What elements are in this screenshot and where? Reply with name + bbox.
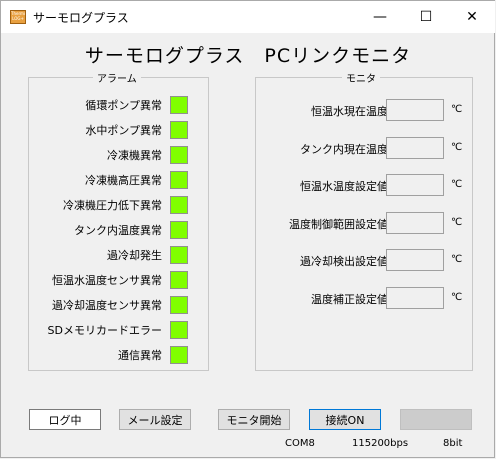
unit-label: ℃: [451, 142, 463, 153]
alarm-item: 冷凍機異常: [107, 145, 188, 165]
monitor-row: 温度補正設定値 ℃: [256, 287, 472, 311]
monitor-row: 恒温水温度設定値 ℃: [256, 174, 472, 198]
monitor-group: モニタ 恒温水現在温度 ℃ タンク内現在温度 ℃ 恒温水温度設定値 ℃ 温度制御…: [255, 70, 473, 371]
monitor-label: タンク内現在温度: [300, 143, 388, 156]
alarm-label: 通信異常: [118, 349, 162, 362]
baud-rate-label: 115200bps: [352, 438, 409, 449]
monitor-start-button[interactable]: モニタ開始: [218, 409, 290, 430]
maximize-button[interactable]: ☐: [403, 1, 449, 33]
alarm-label: 過冷却温度センサ異常: [52, 299, 162, 312]
unit-label: ℃: [451, 179, 463, 190]
log-button[interactable]: ログ中: [29, 409, 101, 430]
mail-settings-button[interactable]: メール設定: [119, 409, 191, 430]
monitor-value-field: [386, 174, 444, 196]
app-window: Thermo LOG+ サーモログプラス — ☐ ✕ サーモログプラス PCリン…: [0, 0, 495, 458]
monitor-value-field: [386, 212, 444, 234]
monitor-value-field: [386, 99, 444, 121]
monitor-label: 温度補正設定値: [311, 293, 388, 306]
mail-settings-button-label: メール設定: [127, 413, 183, 427]
alarm-indicator: [170, 346, 188, 364]
alarm-item: 恒温水温度センサ異常: [52, 270, 188, 290]
log-button-label: ログ中: [48, 413, 82, 427]
monitor-label: 過冷却検出設定値: [300, 255, 388, 268]
monitor-row: 過冷却検出設定値 ℃: [256, 249, 472, 273]
alarm-indicator: [170, 96, 188, 114]
page-title: サーモログプラス PCリンクモニタ: [84, 45, 412, 67]
disabled-button[interactable]: [400, 409, 472, 430]
alarm-indicator: [170, 146, 188, 164]
alarm-item: 冷凍機圧力低下異常: [63, 195, 188, 215]
unit-label: ℃: [451, 104, 463, 115]
alarm-indicator: [170, 121, 188, 139]
alarm-item: 過冷却温度センサ異常: [52, 295, 188, 315]
monitor-row: 温度制御範囲設定値 ℃: [256, 212, 472, 236]
data-bits-label: 8bit: [443, 438, 463, 449]
com-port-label: COM8: [285, 438, 315, 449]
monitor-group-label: モニタ: [342, 70, 380, 85]
title-bar[interactable]: Thermo LOG+ サーモログプラス — ☐ ✕: [1, 1, 495, 33]
alarm-indicator: [170, 321, 188, 339]
alarm-label: SDメモリカードエラー: [47, 324, 162, 337]
unit-label: ℃: [451, 254, 463, 265]
unit-label: ℃: [451, 217, 463, 228]
maximize-icon: ☐: [419, 9, 433, 25]
alarm-label: 冷凍機高圧異常: [85, 174, 162, 187]
alarm-label: 循環ポンプ異常: [85, 99, 162, 112]
alarm-indicator: [170, 271, 188, 289]
close-button[interactable]: ✕: [449, 1, 495, 33]
monitor-value-field: [386, 287, 444, 309]
alarm-indicator: [170, 246, 188, 264]
alarm-label: 過冷却発生: [107, 249, 162, 262]
alarm-group-label: アラーム: [93, 70, 141, 85]
alarm-item: 冷凍機高圧異常: [85, 170, 188, 190]
alarm-label: 恒温水温度センサ異常: [52, 274, 162, 287]
unit-label: ℃: [451, 292, 463, 303]
monitor-value-field: [386, 249, 444, 271]
alarm-indicator: [170, 296, 188, 314]
alarm-indicator: [170, 196, 188, 214]
alarm-label: 水中ポンプ異常: [85, 124, 162, 137]
monitor-start-button-label: モニタ開始: [226, 413, 282, 427]
window-title: サーモログプラス: [33, 11, 129, 25]
monitor-label: 恒温水現在温度: [311, 105, 388, 118]
monitor-label: 恒温水温度設定値: [300, 180, 388, 193]
alarm-indicator: [170, 171, 188, 189]
minimize-button[interactable]: —: [357, 1, 403, 33]
close-icon: ✕: [466, 9, 478, 25]
alarm-indicator: [170, 221, 188, 239]
alarm-label: 冷凍機異常: [107, 149, 162, 162]
alarm-item: 水中ポンプ異常: [85, 120, 188, 140]
monitor-row: タンク内現在温度 ℃: [256, 137, 472, 161]
monitor-value-field: [386, 137, 444, 159]
alarm-item: 通信異常: [118, 345, 188, 365]
app-logo-icon: Thermo LOG+: [10, 10, 26, 24]
monitor-row: 恒温水現在温度 ℃: [256, 99, 472, 123]
alarm-group: アラーム 循環ポンプ異常 水中ポンプ異常 冷凍機異常 冷凍機高圧異常 冷凍機圧力…: [28, 70, 209, 371]
minimize-icon: —: [373, 9, 387, 25]
connect-button-label: 接続ON: [325, 413, 365, 427]
alarm-label: 冷凍機圧力低下異常: [63, 199, 162, 212]
alarm-item: 循環ポンプ異常: [85, 95, 188, 115]
alarm-item: SDメモリカードエラー: [48, 320, 188, 340]
alarm-item: 過冷却発生: [107, 245, 188, 265]
connect-button[interactable]: 接続ON: [309, 409, 381, 430]
alarm-label: タンク内温度異常: [74, 224, 162, 237]
alarm-item: タンク内温度異常: [74, 220, 188, 240]
monitor-label: 温度制御範囲設定値: [289, 218, 388, 231]
